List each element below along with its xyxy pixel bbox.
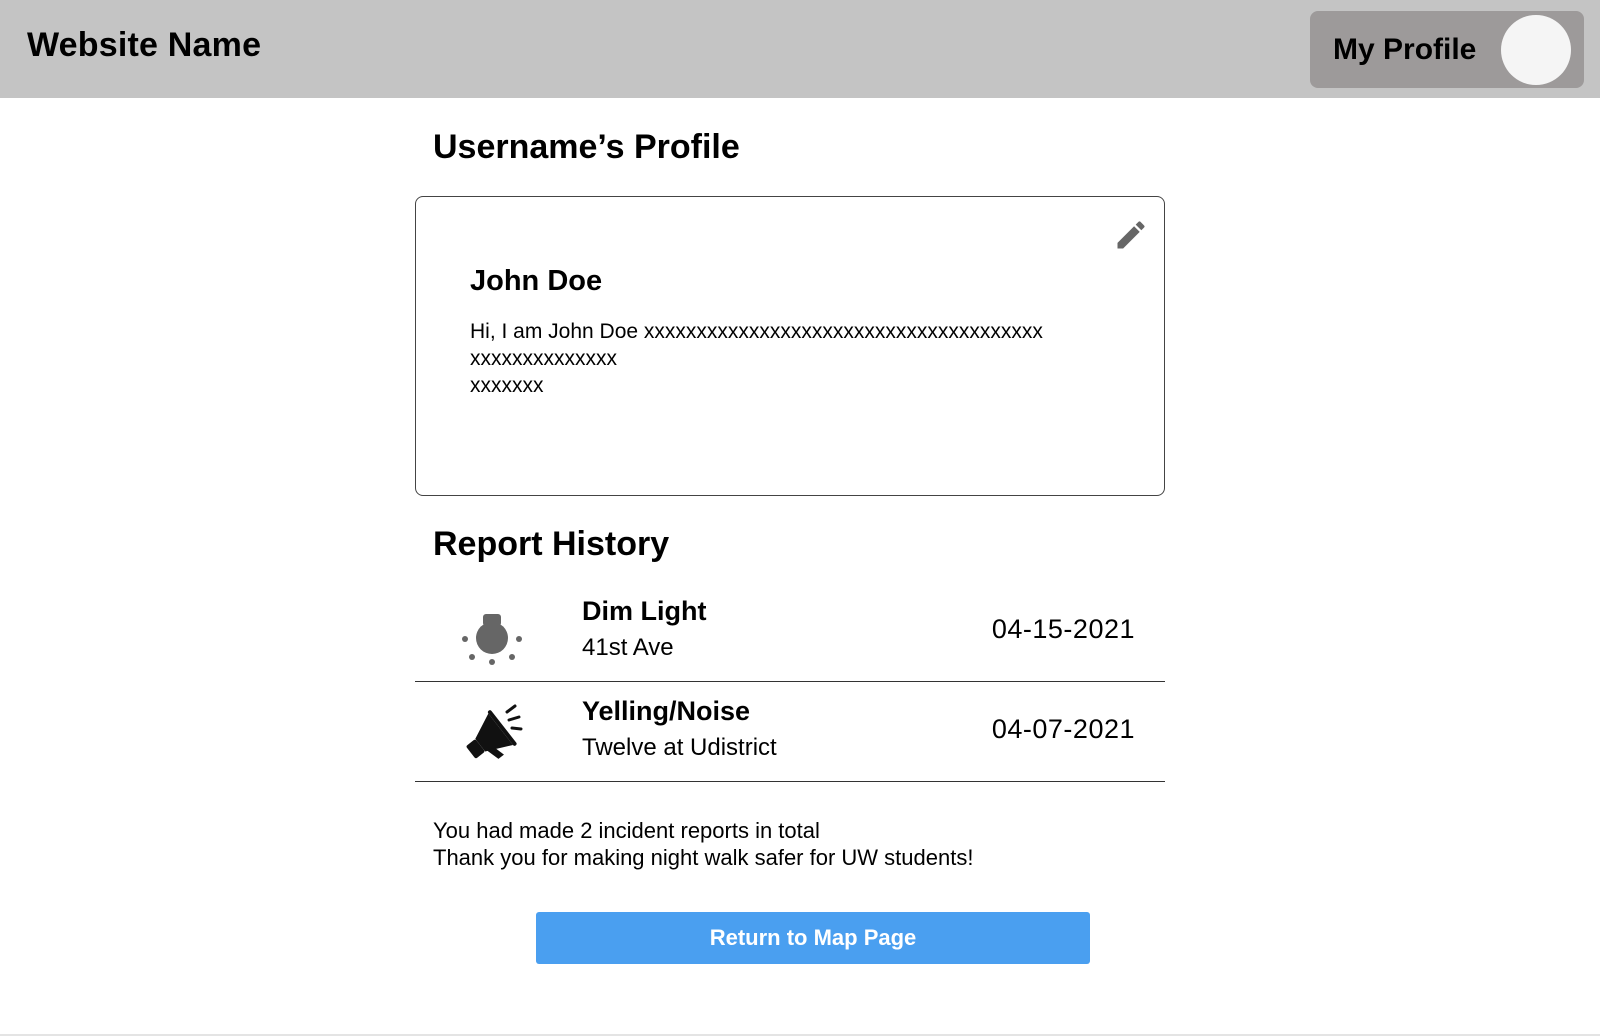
report-location: Twelve at Udistrict [582, 734, 777, 761]
report-location: 41st Ave [582, 634, 674, 661]
report-title: Yelling/Noise [582, 696, 751, 726]
report-summary: You had made 2 incident reports in total… [433, 817, 973, 871]
pencil-icon[interactable] [1113, 217, 1149, 253]
profile-name: John Doe [470, 265, 603, 297]
report-date: 04-15-2021 [991, 614, 1135, 644]
report-row[interactable]: Yelling/Noise Twelve at Udistrict 04-07-… [415, 682, 1165, 782]
site-name[interactable]: Website Name [27, 26, 261, 65]
megaphone-icon [466, 704, 523, 759]
avatar [1501, 15, 1571, 85]
my-profile-label: My Profile [1333, 33, 1477, 66]
my-profile-button[interactable]: My Profile [1310, 11, 1584, 88]
profile-bio: Hi, I am John Doe xxxxxxxxxxxxxxxxxxxxxx… [470, 320, 1043, 397]
report-date: 04-07-2021 [991, 714, 1135, 744]
lightbulb-icon [462, 614, 522, 665]
page-title: Username’s Profile [433, 128, 740, 166]
profile-card: John Doe Hi, I am John Doe xxxxxxxxxxxxx… [415, 196, 1165, 496]
top-header: Website Name My Profile [0, 0, 1600, 98]
return-to-map-button[interactable]: Return to Map Page [536, 912, 1090, 964]
summary-thanks-text: Thank you for making night walk safer fo… [433, 845, 974, 870]
summary-count-text: You had made 2 incident reports in total [433, 818, 820, 843]
report-title: Dim Light [582, 596, 707, 626]
report-history-title: Report History [433, 525, 670, 563]
report-row[interactable]: Dim Light 41st Ave 04-15-2021 [415, 582, 1165, 682]
